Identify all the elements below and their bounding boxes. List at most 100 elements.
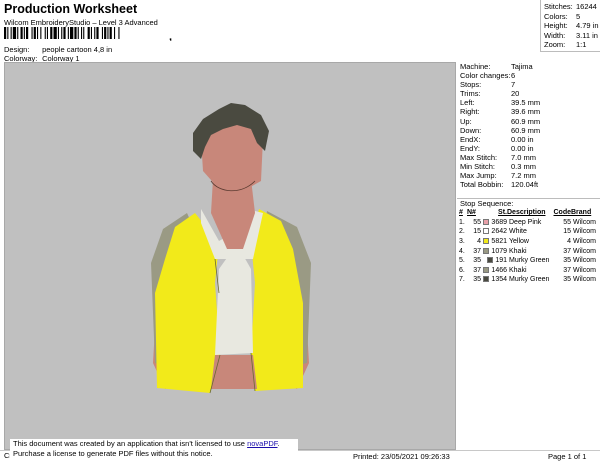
stat-row: Trims: 20 [457, 89, 600, 98]
stitch-count-value: 3689 [491, 218, 507, 226]
stat-label: Down: [460, 125, 482, 135]
color-description: Yellow [509, 237, 529, 245]
design-value: people cartoon 4,8 in [42, 45, 113, 54]
notice-text-1-end: . [277, 439, 280, 448]
summary-label: Colors: [544, 11, 568, 21]
stop-number: 5. [459, 257, 465, 265]
column-header: N# [467, 209, 476, 217]
stitch-count: 1354 [481, 275, 507, 285]
summary-label: Stitches: [544, 2, 573, 11]
stop-number: 7. [459, 276, 465, 284]
notice-text-2: Purchase a license to generate PDF files… [13, 449, 213, 458]
color-code: 55 [563, 218, 571, 226]
stop-sequence: Stop Sequence: # N# St. Description Code Bran… [457, 198, 600, 285]
stat-value: 60.9 mm [511, 116, 541, 126]
stat-label: Color changes: [460, 71, 511, 81]
color-description: Khaki [509, 247, 527, 255]
thread-brand: Wilcom [573, 266, 596, 274]
page-number: Page 1 of 1 [548, 452, 587, 461]
color-swatch-icon [483, 228, 490, 235]
stop-number: 3. [459, 237, 465, 245]
stat-row: Up: 60.9 mm [457, 117, 600, 126]
needle-number: 55 [473, 218, 481, 226]
summary-value: 1:1 [576, 40, 587, 50]
software-subtitle: Wilcom EmbroideryStudio – Level 3 Advanc… [4, 18, 158, 27]
summary-row: Stitches: 16244 [544, 2, 597, 11]
stat-value: 7 [511, 80, 516, 90]
stitch-count-value: 1466 [491, 266, 507, 274]
stat-label: Right: [460, 107, 480, 117]
table-row: 3. 4 5821 Yellow 4 Wilcom [459, 237, 600, 247]
design-preview [4, 62, 456, 450]
stitch-count-value: 1079 [491, 247, 507, 255]
stat-value: 0.00 in [511, 143, 534, 153]
summary-row: Zoom: 1:1 [544, 40, 586, 49]
summary-value: 16244 [576, 2, 597, 11]
stat-value: 60.9 mm [511, 125, 541, 135]
needle-number: 37 [473, 247, 481, 255]
stat-label: Up: [460, 116, 472, 126]
color-swatch-icon [483, 266, 490, 273]
stat-label: Machine: [460, 62, 491, 71]
needle-number: 35 [473, 257, 481, 265]
table-row: 2. 15 2642 White 15 Wilcom [459, 227, 600, 237]
stat-label: Trims: [460, 89, 481, 99]
needle-number: 15 [473, 228, 481, 236]
stat-row: Color changes:6 [457, 71, 600, 80]
color-code: 35 [563, 276, 571, 284]
novapdf-link[interactable]: novaPDF [247, 439, 277, 448]
stat-row: Down: 60.9 mm [457, 126, 600, 135]
column-header: Brand [571, 209, 592, 217]
stat-label: Max Stitch: [460, 152, 498, 162]
table-row: 5. 35 191 Murky Green 35 Wilcom [459, 256, 600, 266]
printed-timestamp: Printed: 23/05/2021 09:26:33 [353, 452, 450, 461]
summary-label: Width: [544, 30, 566, 40]
tank-top [215, 255, 253, 355]
summary-value: 4.79 in [576, 21, 599, 31]
stat-label: Total Bobbin: [460, 180, 504, 190]
barcode-tail: , [169, 31, 172, 41]
summary-row: Colors: 5 [544, 12, 580, 21]
pants [211, 355, 257, 389]
stat-value: 20 [511, 89, 520, 99]
thread-brand: Wilcom [573, 257, 596, 265]
thread-brand: Wilcom [573, 237, 596, 245]
worksheet-header: Production Worksheet Wilcom EmbroiderySt… [0, 0, 540, 63]
stat-row: Total Bobbin: 120.04ft [457, 180, 600, 189]
stitch-count-value: 191 [495, 257, 507, 265]
color-description: Deep Pink [509, 218, 542, 226]
thread-brand: Wilcom [573, 247, 596, 255]
column-header: # [459, 209, 463, 217]
color-code: 4 [567, 237, 571, 245]
design-label: Design: [4, 45, 30, 54]
license-notice: This document was created by an applicat… [10, 439, 298, 463]
color-code: 35 [563, 257, 571, 265]
summary-row: Height: 4.79 in [544, 21, 599, 30]
stop-sequence-title: Stop Sequence: [460, 199, 514, 208]
stitch-count: 1079 [481, 246, 507, 256]
needle-number: 4 [477, 237, 481, 245]
stop-number: 4. [459, 247, 465, 255]
summary-row: Width: 3.11 in [544, 31, 598, 40]
stop-number: 1. [459, 218, 465, 226]
stat-value: 39.5 mm [511, 98, 541, 108]
notice-text-1: This document was created by an applicat… [13, 439, 248, 448]
color-swatch-icon [483, 276, 490, 283]
stitch-count: 1466 [481, 265, 507, 275]
summary-value: 3.11 in [576, 30, 598, 40]
stat-value: 0.00 in [511, 134, 534, 144]
stat-row: Max Stitch: 7.0 mm [457, 153, 600, 162]
stitch-count: 2642 [481, 227, 507, 237]
stat-value: 6 [511, 71, 516, 81]
stat-label: Min Stitch: [460, 162, 496, 172]
stat-row: Stops: 7 [457, 80, 600, 89]
stitch-count-value: 1354 [491, 276, 507, 284]
needle-number: 35 [473, 276, 481, 284]
stitch-count: 3689 [481, 218, 507, 228]
stitch-count-value: 5821 [491, 237, 507, 245]
machine-stats: Machine: Tajima Color changes:6 Stops: 7 Trim… [457, 62, 600, 189]
stat-value: 7.2 mm [511, 171, 537, 181]
needle-number: 37 [473, 266, 481, 274]
color-code: 37 [563, 266, 571, 274]
color-description: White [509, 228, 527, 236]
